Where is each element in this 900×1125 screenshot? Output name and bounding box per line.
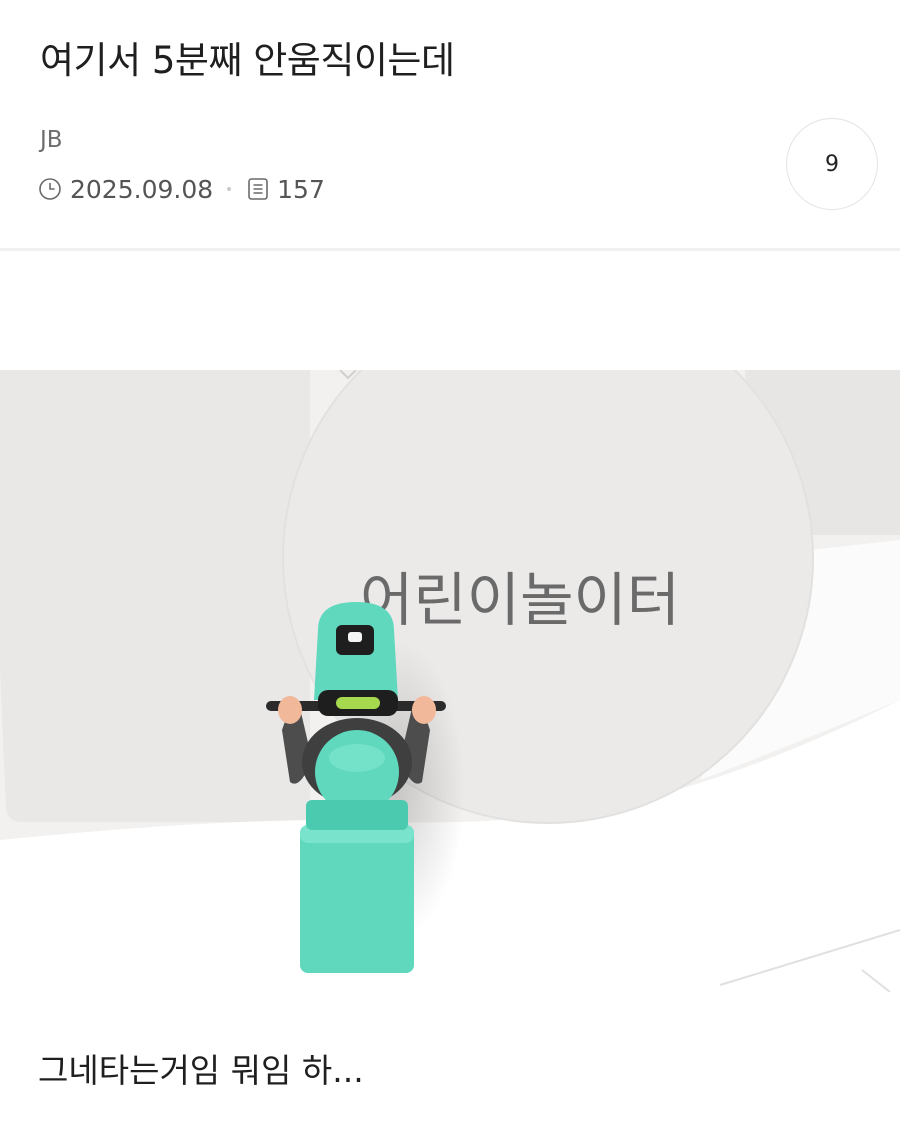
- header-divider: [0, 248, 900, 251]
- view-count: 157: [277, 174, 325, 204]
- post-header: 여기서 5분째 안움직이는데 JB 2025.09.08 157 9: [0, 0, 900, 250]
- post-date: 2025.09.08: [70, 174, 214, 204]
- comment-count-button[interactable]: 9: [786, 118, 878, 210]
- post-body-text: 그네타는거임 뭐임 하...: [38, 1051, 364, 1090]
- author-name[interactable]: JB: [40, 127, 63, 153]
- meta-separator: [227, 187, 232, 191]
- post-title: 여기서 5분째 안움직이는데: [40, 39, 455, 82]
- document-icon: [247, 177, 269, 201]
- post-meta: 2025.09.08 157: [38, 172, 325, 206]
- place-label: 어린이놀이터: [360, 566, 680, 634]
- map-screenshot: 어린이놀이터: [0, 370, 900, 992]
- delivery-box: [300, 825, 414, 973]
- clock-icon: [38, 177, 62, 201]
